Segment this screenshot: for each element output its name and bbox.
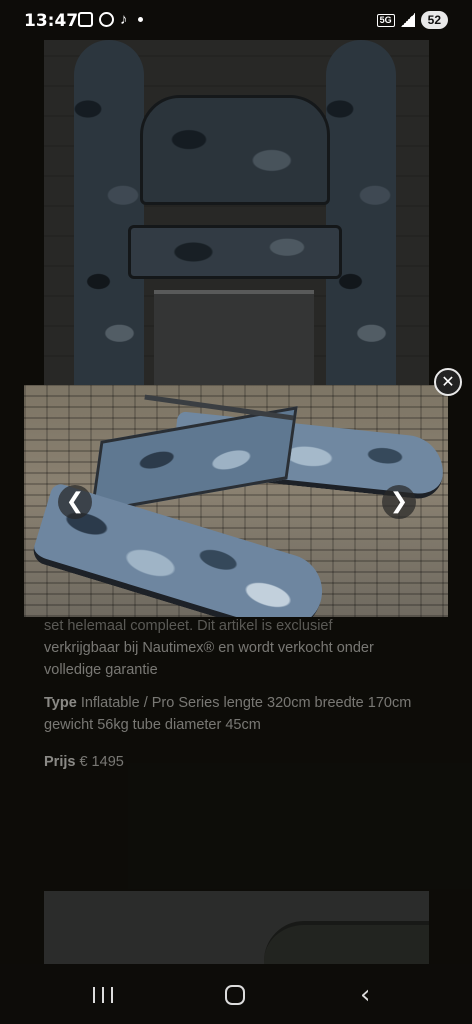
whatsapp-icon	[99, 12, 114, 27]
home-button[interactable]	[225, 985, 245, 1005]
status-time: 13:47	[24, 11, 79, 31]
previous-image-button[interactable]: ❮	[58, 485, 92, 519]
system-icons: 5G 52	[376, 11, 448, 29]
back-icon: ‹	[360, 980, 371, 1010]
notification-icons: ♪	[78, 12, 143, 27]
tiktok-icon: ♪	[120, 11, 128, 28]
chevron-right-icon: ❯	[389, 489, 409, 514]
signal-icon	[400, 13, 415, 27]
recents-button[interactable]	[93, 987, 113, 1003]
close-icon: ✕	[441, 372, 455, 391]
next-image-button[interactable]: ❯	[382, 485, 416, 519]
close-lightbox-button[interactable]: ✕	[434, 368, 462, 396]
status-bar: 13:47 ♪ 5G 52	[0, 0, 472, 40]
network-type: 5G	[376, 13, 395, 27]
chevron-left-icon: ❮	[65, 489, 85, 514]
system-navigation-bar: ‹	[0, 964, 472, 1024]
recents-icon-bar	[102, 987, 104, 1003]
more-notifications-icon	[137, 17, 143, 22]
lightbox-image[interactable]: ❮ ❯	[24, 385, 448, 617]
recents-icon-bar	[111, 987, 113, 1003]
screenshot-icon	[78, 12, 93, 27]
back-button[interactable]: ‹	[360, 982, 370, 1008]
battery-icon: 52	[420, 11, 448, 29]
recents-icon-bar	[93, 987, 95, 1003]
